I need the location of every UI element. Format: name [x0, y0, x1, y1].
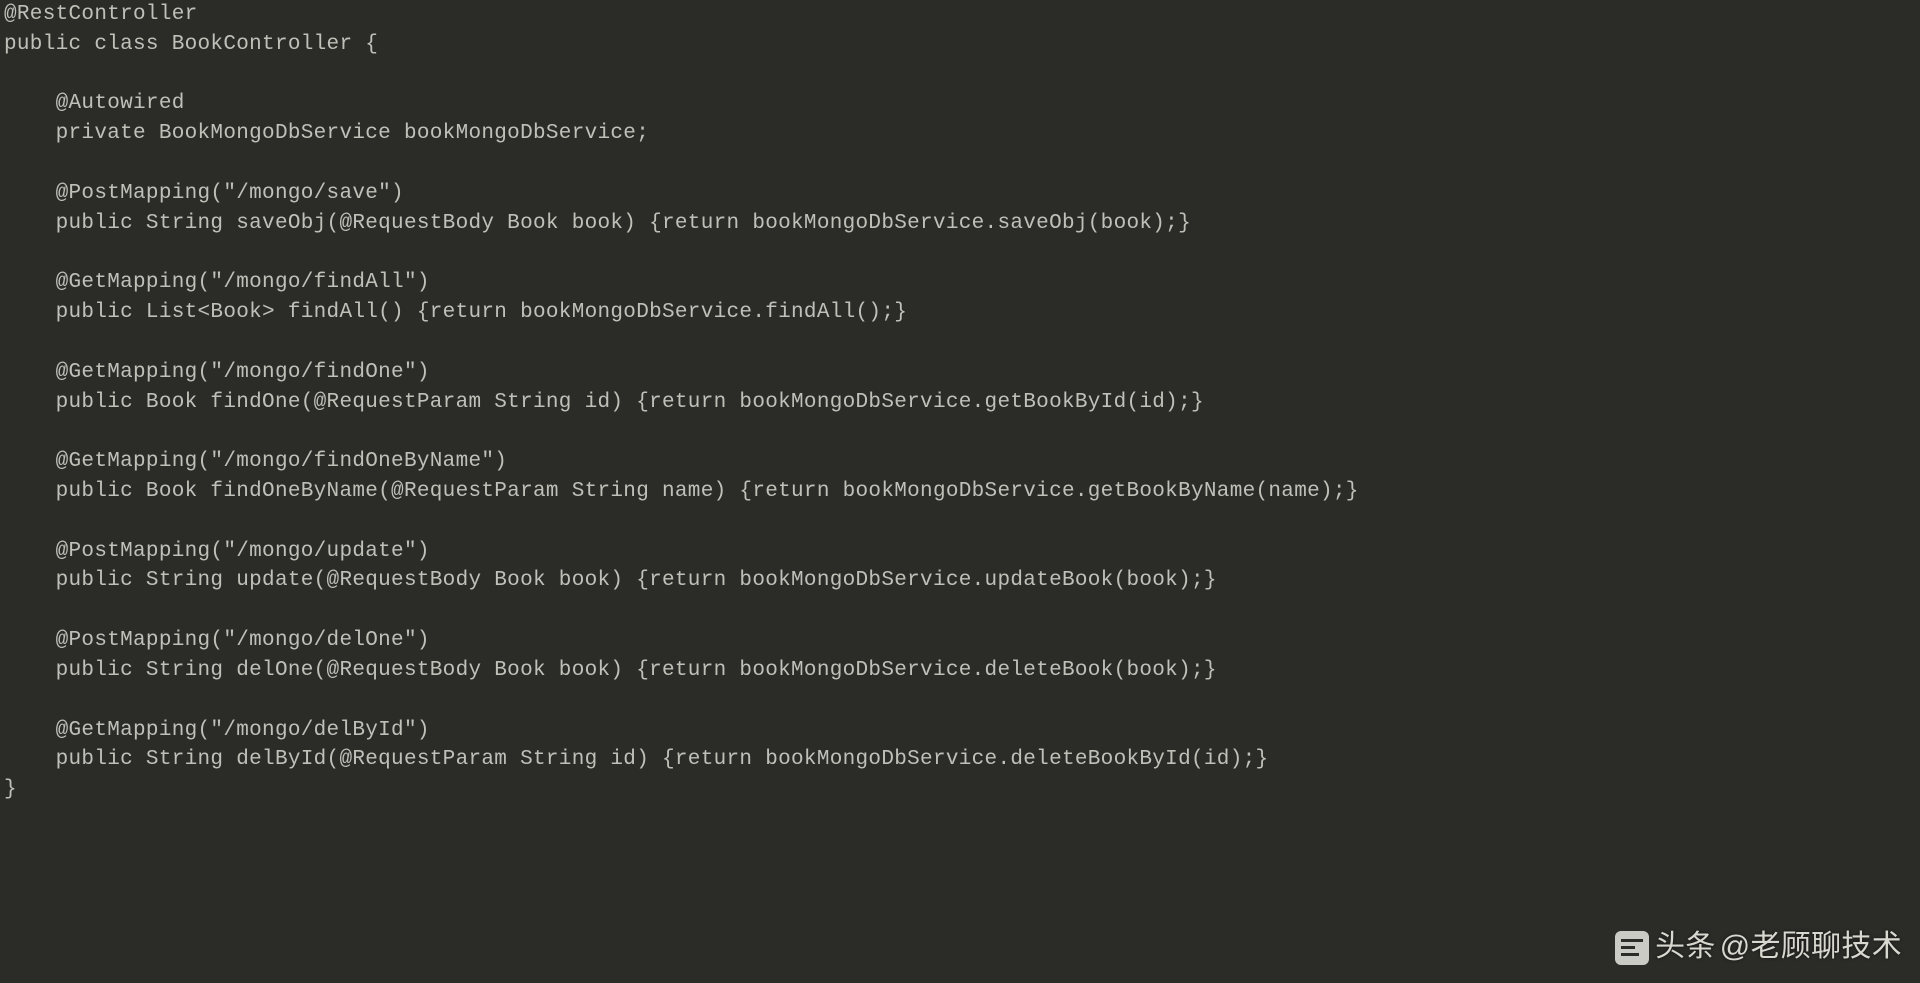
watermark-prefix: 头条 [1655, 926, 1716, 969]
code-line: @RestController [4, 3, 198, 26]
code-line: public String delById(@RequestParam Stri… [4, 748, 1268, 771]
code-line: public String update(@RequestBody Book b… [4, 569, 1217, 592]
watermark-handle: @老顾聊技术 [1720, 926, 1902, 969]
code-line: private BookMongoDbService bookMongoDbSe… [4, 122, 649, 145]
code-line: @PostMapping("/mongo/delOne") [4, 629, 430, 652]
code-line: } [4, 778, 17, 801]
toutiao-logo-icon [1615, 931, 1649, 965]
code-line: public String delOne(@RequestBody Book b… [4, 659, 1217, 682]
code-line: public Book findOneByName(@RequestParam … [4, 480, 1359, 503]
code-line: public class BookController { [4, 33, 378, 56]
code-line: @Autowired [4, 92, 185, 115]
code-line: @PostMapping("/mongo/save") [4, 182, 404, 205]
code-line: @GetMapping("/mongo/delById") [4, 719, 430, 742]
watermark: 头条 @老顾聊技术 [1615, 926, 1902, 969]
code-block: @RestController public class BookControl… [0, 0, 1920, 805]
code-line: @GetMapping("/mongo/findOneByName") [4, 450, 507, 473]
code-line: public String saveObj(@RequestBody Book … [4, 212, 1191, 235]
code-line: public List<Book> findAll() {return book… [4, 301, 907, 324]
code-line: @PostMapping("/mongo/update") [4, 540, 430, 563]
code-line: public Book findOne(@RequestParam String… [4, 391, 1204, 414]
code-line: @GetMapping("/mongo/findOne") [4, 361, 430, 384]
code-line: @GetMapping("/mongo/findAll") [4, 271, 430, 294]
